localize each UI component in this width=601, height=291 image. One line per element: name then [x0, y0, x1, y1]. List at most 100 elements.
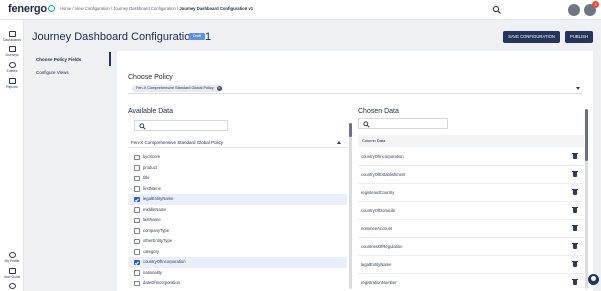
list-item[interactable]: companyType	[128, 226, 347, 237]
checkbox[interactable]	[134, 154, 140, 160]
list-item[interactable]: legalEntityName	[128, 194, 347, 205]
checkbox[interactable]	[134, 238, 140, 244]
profile-icon	[8, 252, 16, 258]
nav-my-profile[interactable]: My Profile	[0, 252, 24, 263]
available-scrollbar[interactable]	[349, 123, 352, 289]
chosen-item-label: countriesOfRegulation	[361, 244, 403, 249]
chosen-item[interactable]: countryOfIncorporation	[358, 148, 584, 166]
chosen-item[interactable]: countriesOfRegulation	[358, 238, 584, 256]
checkbox[interactable]	[134, 280, 140, 286]
nav-label: Reports	[6, 85, 18, 89]
checkbox[interactable]	[134, 165, 140, 171]
nav-label: Entities	[6, 69, 18, 73]
checkbox-checked[interactable]	[134, 196, 140, 202]
chosen-item-label: countryOfEstablishment	[361, 172, 406, 177]
field-label: firstName	[143, 185, 161, 191]
book-icon	[8, 268, 16, 274]
trash-icon[interactable]	[572, 152, 578, 159]
column-data-header: Column Data	[358, 135, 584, 147]
list-item[interactable]: lastName	[128, 215, 347, 226]
help-chat-button[interactable]	[588, 274, 599, 285]
chosen-item-label: countryOfIncorporation	[361, 154, 404, 159]
nav-reports[interactable]: Reports	[0, 78, 24, 89]
chosen-item-label: legalEntityName	[361, 262, 392, 267]
policy-group-header[interactable]: Fen-X Comprehensive Standard Global Poli…	[128, 138, 347, 148]
list-item[interactable]: countryOfIncorporation	[128, 257, 347, 268]
chosen-scrollbar[interactable]	[585, 109, 588, 289]
checkbox[interactable]	[134, 175, 140, 181]
chosen-item[interactable]: countryOfDomicile	[358, 202, 584, 220]
step-choose-policy-fields[interactable]: Choose Policy Fields	[36, 57, 81, 62]
step-configure-views[interactable]: Configure Views	[36, 70, 69, 75]
list-item[interactable]: dateOfIncorporation	[128, 278, 347, 289]
chosen-item[interactable]: legalEntityName	[358, 256, 584, 274]
list-item[interactable]: otherEntityType	[128, 236, 347, 247]
trash-icon[interactable]	[572, 170, 578, 177]
nav-label: Journeys	[5, 53, 19, 57]
chevron-up-icon[interactable]	[337, 141, 341, 144]
publish-button[interactable]: PUBLISH	[565, 31, 593, 43]
chosen-item[interactable]: registrationNumber	[358, 274, 584, 291]
chosen-search-input[interactable]	[358, 118, 448, 129]
field-label: dateOfIncorporation	[143, 280, 181, 285]
checkbox[interactable]	[134, 249, 140, 255]
scroll-thumb[interactable]	[585, 109, 588, 161]
trash-icon[interactable]	[572, 242, 578, 249]
breadcrumb-path[interactable]: Home / View Configuration / Journey Dash…	[60, 6, 179, 11]
active-step-indicator	[109, 52, 111, 66]
available-search-input[interactable]	[134, 120, 228, 131]
nav-user-guide[interactable]: User Guide	[0, 268, 24, 279]
trash-icon[interactable]	[572, 206, 578, 213]
checkbox[interactable]	[134, 270, 140, 276]
trash-icon[interactable]	[572, 224, 578, 231]
messages-icon[interactable]	[568, 4, 580, 16]
chosen-item[interactable]: countryOfEstablishment	[358, 166, 584, 184]
chosen-item-label: nomineeAccount	[361, 226, 393, 231]
chosen-item[interactable]: registeredCountry	[358, 184, 584, 202]
nav-journeys[interactable]: Journeys	[0, 46, 24, 57]
chosen-item[interactable]: nomineeAccount	[358, 220, 584, 238]
list-item[interactable]: title	[128, 173, 347, 184]
nav-label: My Profile	[4, 259, 20, 263]
checkbox[interactable]	[134, 207, 140, 213]
nav-label: User Guide	[3, 275, 21, 279]
selected-policy-text: Fen-X Comprehensive Standard Global Poli…	[136, 86, 214, 90]
list-item[interactable]: nationality	[128, 268, 347, 279]
search-icon[interactable]	[492, 5, 502, 15]
notifications-icon[interactable]: 3	[584, 1, 599, 16]
checkbox[interactable]	[134, 217, 140, 223]
nav-entities[interactable]: Entities	[0, 62, 24, 73]
policy-select[interactable]: Fen-X Comprehensive Standard Global Poli…	[128, 84, 582, 94]
folder-icon	[8, 46, 16, 52]
list-item[interactable]: category	[128, 247, 347, 258]
scroll-thumb[interactable]	[349, 123, 352, 137]
list-item[interactable]: middleName	[128, 205, 347, 216]
field-label: category	[143, 248, 160, 254]
list-item[interactable]: product	[128, 163, 347, 174]
nav-dashboards[interactable]: Dashboards	[0, 31, 24, 42]
fenergo-logo[interactable]: fenergo	[8, 3, 55, 15]
checkbox[interactable]	[134, 228, 140, 234]
policy-group-title: Fen-X Comprehensive Standard Global Poli…	[131, 140, 224, 145]
field-label: product	[143, 164, 157, 170]
save-configuration-button[interactable]: SAVE CONFIGURATION	[503, 31, 560, 43]
person-icon	[8, 62, 16, 68]
checkbox[interactable]	[134, 186, 140, 192]
left-nav: Dashboards Journeys Entities Reports My …	[0, 20, 24, 291]
logo-mark-icon	[47, 5, 55, 12]
chevron-down-icon[interactable]	[576, 87, 580, 90]
top-bar: fenergo Home / View Configuration / Jour…	[0, 0, 601, 20]
field-label: legalEntityName	[143, 196, 174, 201]
nav-settings[interactable]	[0, 283, 24, 290]
dashboard-icon	[8, 31, 16, 37]
trash-icon[interactable]	[572, 278, 578, 285]
trash-icon[interactable]	[572, 260, 578, 267]
checkbox-checked[interactable]	[134, 259, 140, 265]
list-item[interactable]: kycScore	[128, 152, 347, 163]
trash-icon[interactable]	[572, 188, 578, 195]
field-label: kycScore	[143, 154, 161, 159]
list-item[interactable]: firstName	[128, 184, 347, 195]
field-label: companyType	[143, 227, 170, 233]
remove-chip-icon[interactable]: ×	[216, 86, 222, 91]
field-label: title	[143, 175, 150, 180]
